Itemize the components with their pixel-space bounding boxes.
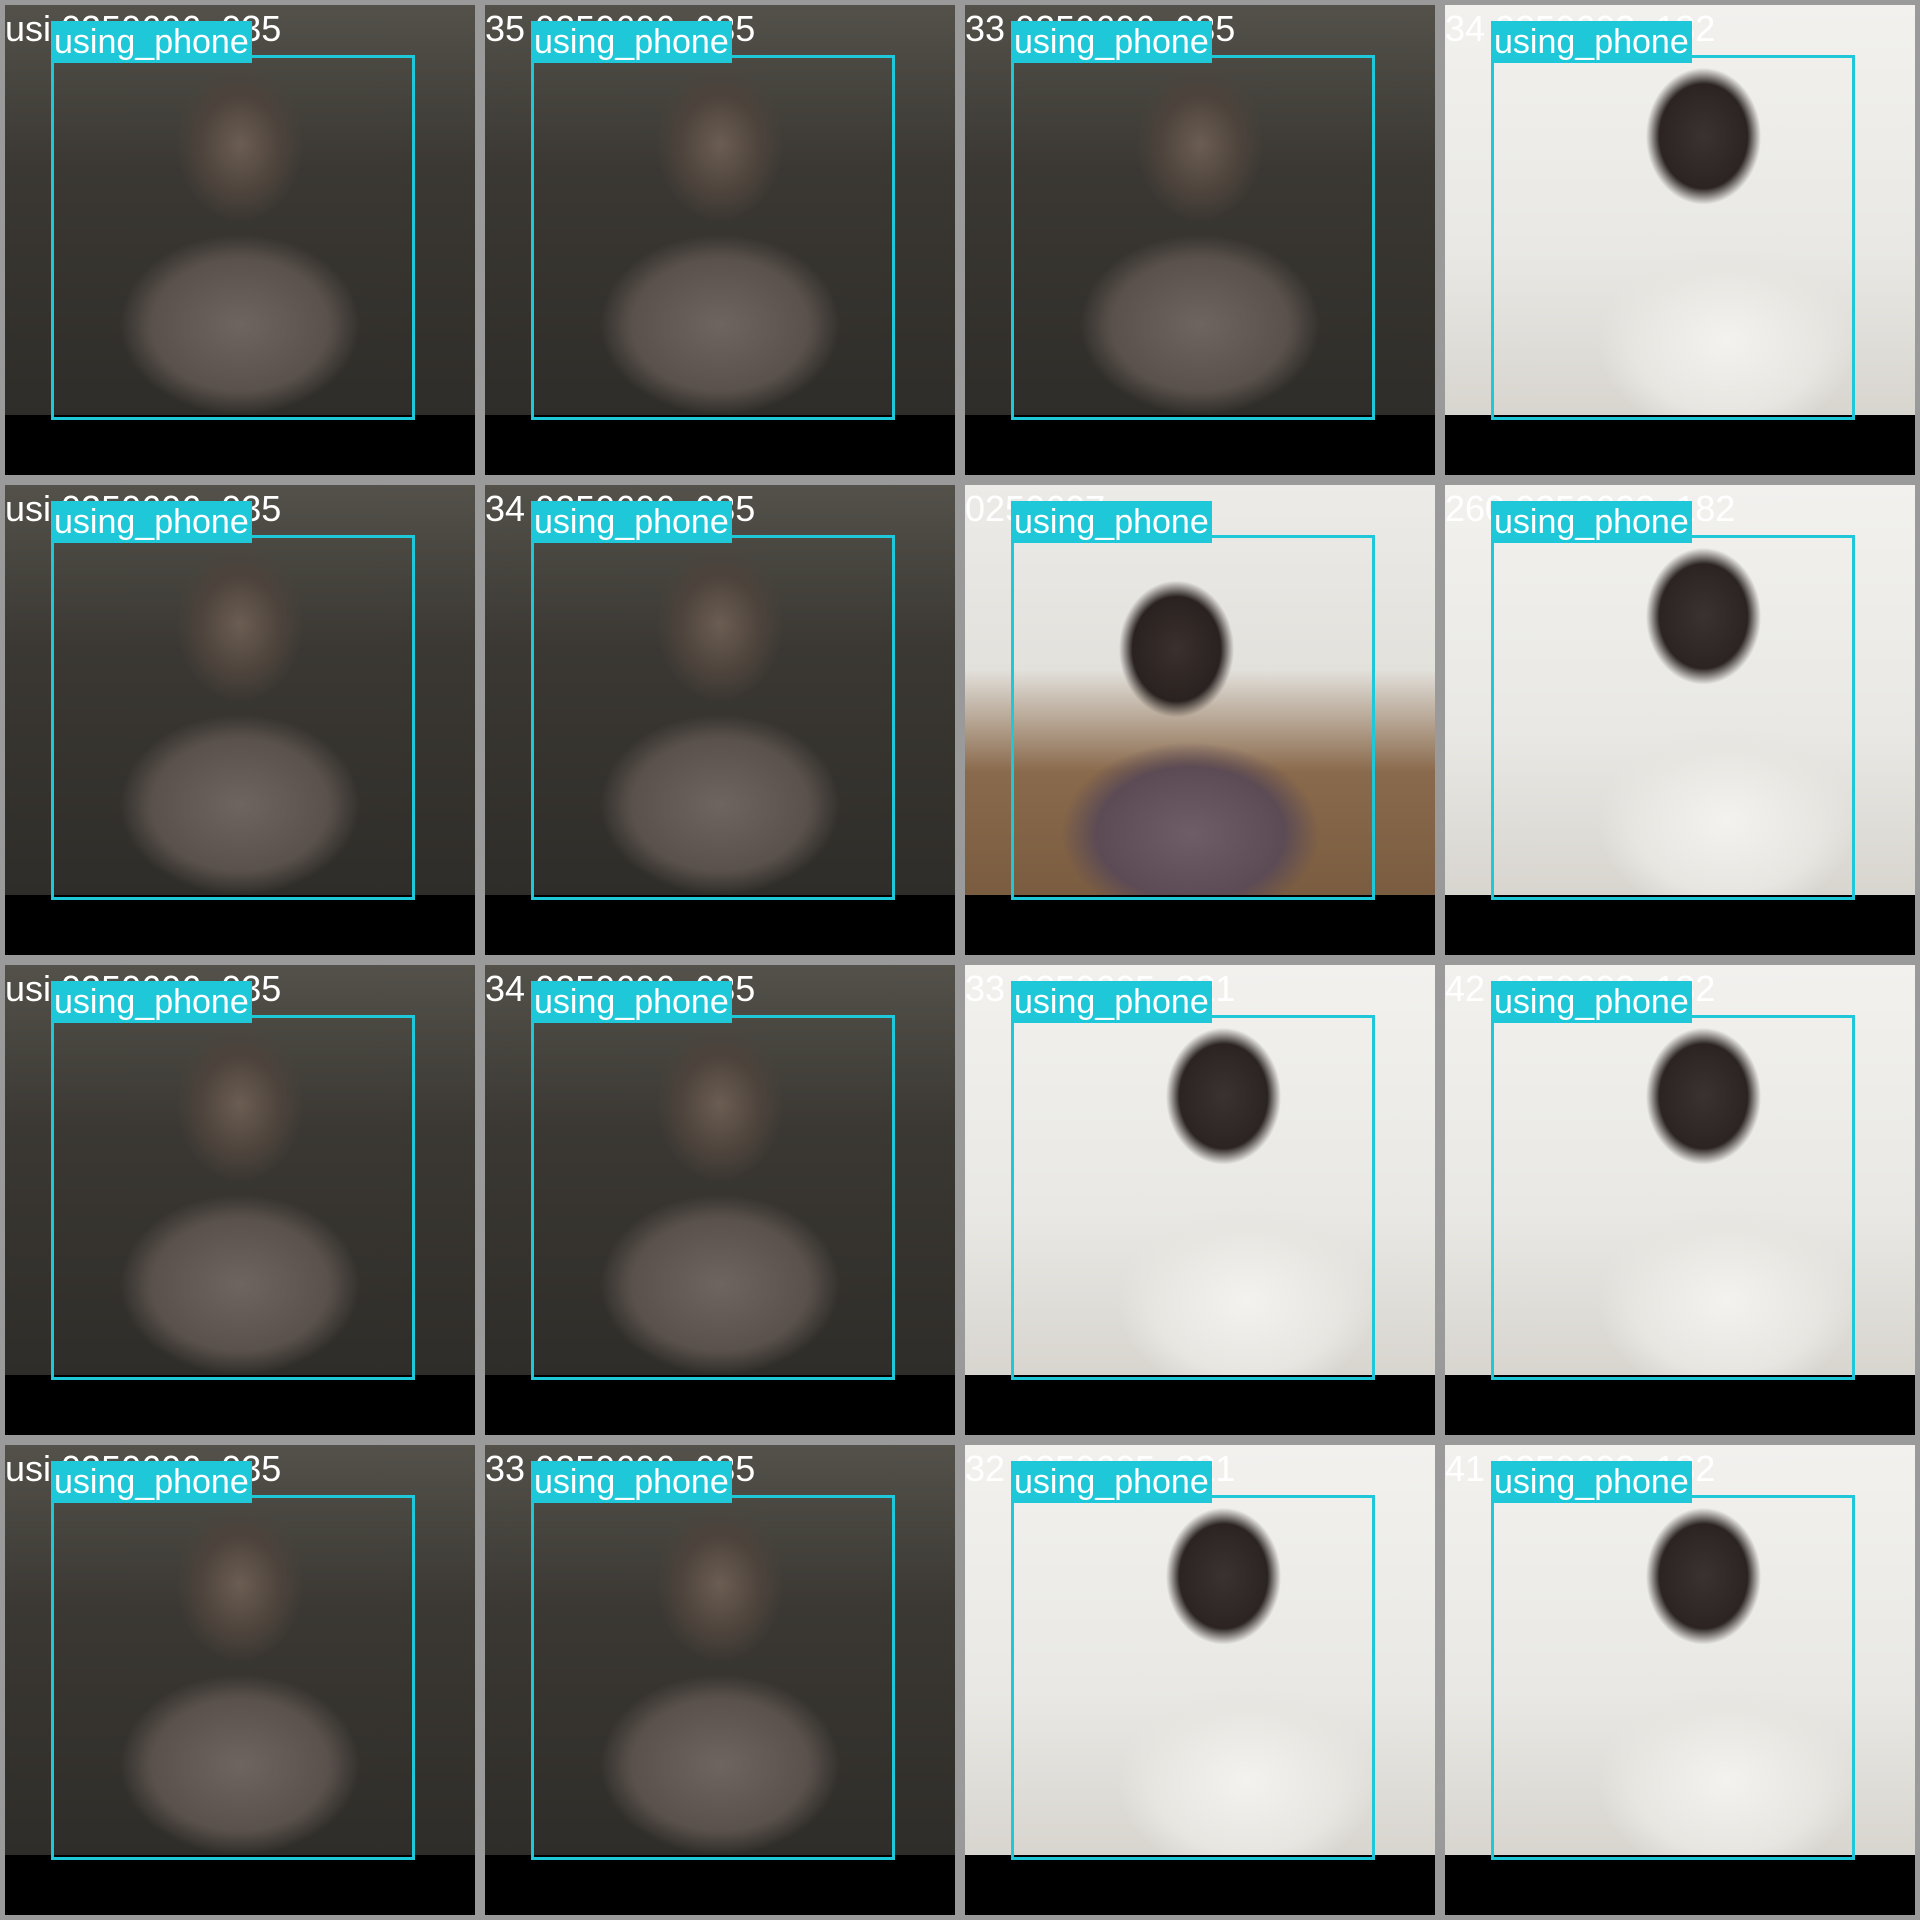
image-tile[interactable]: usi 0250606_035using_phone bbox=[5, 485, 475, 955]
image-grid: usi 0250606_035using_phone35 0250606_035… bbox=[0, 0, 1920, 1920]
letterbox-bar bbox=[1445, 1855, 1915, 1915]
letterbox-bar bbox=[1445, 1375, 1915, 1435]
image-tile[interactable]: 35 0250606_035using_phone bbox=[485, 5, 955, 475]
letterbox-bar bbox=[965, 1375, 1435, 1435]
bounding-box bbox=[531, 1495, 895, 1860]
bounding-box bbox=[51, 55, 415, 420]
class-label: using_phone bbox=[531, 501, 732, 543]
letterbox-bar bbox=[965, 415, 1435, 475]
image-tile[interactable]: usi 0250606_035using_phone bbox=[5, 5, 475, 475]
class-label: using_phone bbox=[1491, 981, 1692, 1023]
class-label: using_phone bbox=[531, 981, 732, 1023]
image-tile[interactable]: 33 0250605_221using_phone bbox=[965, 965, 1435, 1435]
class-label: using_phone bbox=[51, 1461, 252, 1503]
image-tile[interactable]: 34 0250606_035using_phone bbox=[485, 965, 955, 1435]
letterbox-bar bbox=[485, 895, 955, 955]
class-label: using_phone bbox=[51, 21, 252, 63]
letterbox-bar bbox=[5, 1375, 475, 1435]
letterbox-bar bbox=[1445, 895, 1915, 955]
bounding-box bbox=[1011, 55, 1375, 420]
class-label: using_phone bbox=[531, 21, 732, 63]
class-label: using_phone bbox=[1491, 21, 1692, 63]
bounding-box bbox=[1491, 535, 1855, 900]
bounding-box bbox=[531, 1015, 895, 1380]
image-tile[interactable]: 42 0250603_182using_phone bbox=[1445, 965, 1915, 1435]
bounding-box bbox=[1491, 1495, 1855, 1860]
bounding-box bbox=[51, 535, 415, 900]
class-label: using_phone bbox=[1011, 21, 1212, 63]
bounding-box bbox=[1011, 1015, 1375, 1380]
letterbox-bar bbox=[485, 1855, 955, 1915]
bounding-box bbox=[51, 1495, 415, 1860]
class-label: using_phone bbox=[1491, 501, 1692, 543]
image-tile[interactable]: 0250607_using_phone bbox=[965, 485, 1435, 955]
image-tile[interactable]: 34 0250606_035using_phone bbox=[485, 485, 955, 955]
image-tile[interactable]: 33 0250606_035using_phone bbox=[965, 5, 1435, 475]
letterbox-bar bbox=[5, 415, 475, 475]
image-tile[interactable]: 32 0250605_221using_phone bbox=[965, 1445, 1435, 1915]
letterbox-bar bbox=[5, 895, 475, 955]
class-label: using_phone bbox=[1491, 1461, 1692, 1503]
image-tile[interactable]: 33 0250606_035using_phone bbox=[485, 1445, 955, 1915]
class-label: using_phone bbox=[51, 501, 252, 543]
letterbox-bar bbox=[965, 895, 1435, 955]
class-label: using_phone bbox=[51, 981, 252, 1023]
bounding-box bbox=[531, 55, 895, 420]
bounding-box bbox=[1491, 55, 1855, 420]
class-label: using_phone bbox=[1011, 501, 1212, 543]
bounding-box bbox=[1011, 535, 1375, 900]
image-tile[interactable]: 34 0250603_182using_phone bbox=[1445, 5, 1915, 475]
letterbox-bar bbox=[485, 415, 955, 475]
image-tile[interactable]: usi 0250606_035using_phone bbox=[5, 1445, 475, 1915]
bounding-box bbox=[531, 535, 895, 900]
letterbox-bar bbox=[5, 1855, 475, 1915]
class-label: using_phone bbox=[531, 1461, 732, 1503]
bounding-box bbox=[1491, 1015, 1855, 1380]
image-tile[interactable]: 260 0250603_182using_phone bbox=[1445, 485, 1915, 955]
image-tile[interactable]: 41 0250603_182using_phone bbox=[1445, 1445, 1915, 1915]
class-label: using_phone bbox=[1011, 981, 1212, 1023]
bounding-box bbox=[51, 1015, 415, 1380]
letterbox-bar bbox=[1445, 415, 1915, 475]
letterbox-bar bbox=[485, 1375, 955, 1435]
class-label: using_phone bbox=[1011, 1461, 1212, 1503]
letterbox-bar bbox=[965, 1855, 1435, 1915]
bounding-box bbox=[1011, 1495, 1375, 1860]
image-tile[interactable]: usi 0250606_035using_phone bbox=[5, 965, 475, 1435]
